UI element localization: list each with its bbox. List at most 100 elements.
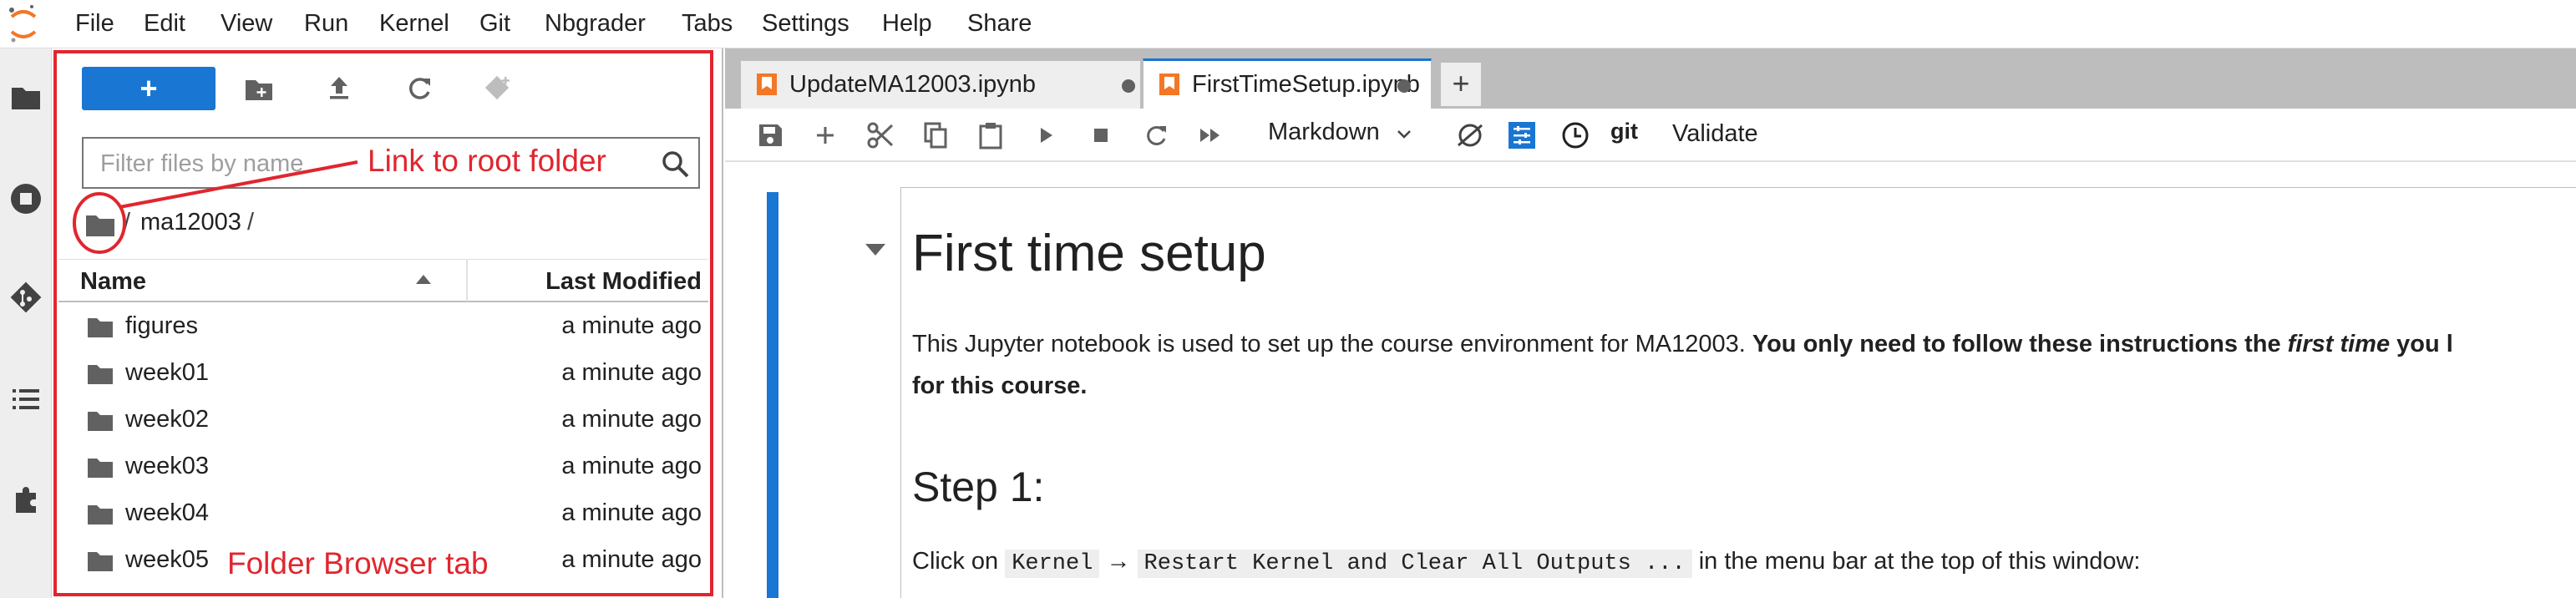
- list-item[interactable]: week02 a minute ago: [58, 399, 708, 446]
- folder-icon[interactable]: [9, 80, 43, 114]
- plus-icon: +: [139, 71, 158, 105]
- breadcrumb-separator: /: [124, 209, 131, 236]
- file-listing-header: Name Last Modified: [58, 259, 708, 302]
- column-modified-header[interactable]: Last Modified: [545, 268, 702, 296]
- cut-icon[interactable]: [865, 120, 895, 150]
- menu-bar: File Edit View Run Kernel Git Nbgrader T…: [0, 0, 2576, 48]
- file-name: week04: [125, 499, 209, 526]
- root-folder-icon[interactable]: [85, 212, 115, 237]
- git-button[interactable]: git: [1610, 119, 1638, 144]
- validate-button[interactable]: Validate: [1672, 120, 1758, 148]
- breadcrumb-dir[interactable]: ma12003: [140, 209, 241, 236]
- notebook-panel: First time setup This Jupyter notebook i…: [725, 164, 2576, 598]
- restart-icon[interactable]: [1141, 120, 1171, 150]
- notebook-heading: First time setup: [912, 225, 1266, 282]
- tab-bar: UpdateMA12003.ipynb FirstTimeSetup.ipynb…: [725, 48, 2576, 109]
- activity-bar: [0, 48, 52, 598]
- insert-cell-icon[interactable]: [810, 120, 840, 150]
- list-item[interactable]: week04 a minute ago: [58, 493, 708, 540]
- new-folder-icon[interactable]: [242, 72, 276, 105]
- file-modified: a minute ago: [561, 499, 702, 526]
- menu-help[interactable]: Help: [882, 10, 932, 38]
- step-text-end: in the menu bar at the top of this windo…: [1691, 548, 2141, 575]
- extension-icon[interactable]: [9, 483, 43, 516]
- search-icon: [662, 151, 689, 178]
- intro-bold-text-end: you l: [2390, 331, 2453, 357]
- arrow-glyph: →: [1106, 548, 1131, 575]
- new-tab-button[interactable]: +: [1440, 62, 1482, 107]
- folder-icon: [88, 365, 113, 384]
- fast-forward-icon[interactable]: [1196, 120, 1226, 150]
- jupyter-logo: [9, 5, 37, 43]
- file-name: week03: [125, 453, 209, 479]
- menu-share[interactable]: Share: [967, 10, 1032, 38]
- code-kernel: Kernel: [1005, 550, 1100, 578]
- list-item[interactable]: figures a minute ago: [58, 306, 708, 352]
- intro-text: This Jupyter notebook is used to set up …: [912, 331, 1752, 357]
- tab-first-time-setup[interactable]: FirstTimeSetup.ipynb: [1143, 58, 1432, 109]
- folder-icon: [88, 552, 113, 571]
- tab-label: FirstTimeSetup.ipynb: [1192, 71, 1420, 98]
- menu-tabs[interactable]: Tabs: [682, 10, 733, 38]
- unsaved-dot-icon[interactable]: [1397, 79, 1411, 93]
- intro-bold-text: You only need to follow these instructio…: [1752, 331, 2288, 357]
- copy-icon[interactable]: [920, 120, 951, 150]
- refresh-icon[interactable]: [403, 72, 436, 105]
- menu-kernel[interactable]: Kernel: [379, 10, 449, 38]
- menu-nbgrader[interactable]: Nbgrader: [545, 10, 646, 38]
- paste-icon[interactable]: [976, 120, 1006, 150]
- step-heading: Step 1:: [912, 464, 1045, 510]
- upload-icon[interactable]: [322, 72, 356, 105]
- property-inspector-icon[interactable]: [1507, 120, 1537, 150]
- breadcrumb-separator: /: [247, 209, 255, 236]
- menu-run[interactable]: Run: [304, 10, 348, 38]
- folder-icon: [88, 412, 113, 431]
- annotation-folder-browser: Folder Browser tab: [227, 546, 489, 580]
- column-name-header[interactable]: Name: [80, 268, 146, 296]
- sort-ascending-icon: [416, 275, 431, 284]
- chevron-down-icon[interactable]: [1395, 125, 1413, 144]
- step-instruction: Click on Kernel → Restart Kernel and Cle…: [912, 548, 2141, 578]
- kernel-status-icon: [1458, 124, 1483, 147]
- file-modified: a minute ago: [561, 312, 702, 339]
- new-launcher-button[interactable]: +: [82, 67, 216, 110]
- stop-icon[interactable]: [1086, 120, 1116, 150]
- folder-icon: [88, 318, 113, 337]
- running-icon[interactable]: [9, 182, 43, 215]
- annotation-root-link: Link to root folder: [368, 144, 606, 178]
- run-icon[interactable]: [1031, 120, 1061, 150]
- intro-paragraph: This Jupyter notebook is used to set up …: [912, 331, 2453, 358]
- tab-update-notebook[interactable]: UpdateMA12003.ipynb: [740, 60, 1141, 109]
- folder-icon: [88, 459, 113, 478]
- tab-label: UpdateMA12003.ipynb: [789, 71, 1037, 98]
- clock-icon[interactable]: [1560, 120, 1590, 150]
- file-name: week01: [125, 359, 209, 386]
- list-item[interactable]: week03 a minute ago: [58, 446, 708, 493]
- code-restart: Restart Kernel and Clear All Outputs ...: [1137, 550, 1692, 578]
- list-item[interactable]: week01 a minute ago: [58, 352, 708, 399]
- notebook-icon: [1159, 73, 1179, 95]
- column-divider[interactable]: [466, 260, 468, 302]
- file-name: week05: [125, 546, 209, 573]
- notebook-toolbar: Markdown git Validate: [725, 109, 2576, 162]
- intro-italic-text: first time: [2287, 331, 2391, 357]
- file-modified: a minute ago: [561, 406, 702, 433]
- unsaved-dot-icon[interactable]: [1122, 79, 1135, 93]
- collapse-heading-icon[interactable]: [865, 244, 885, 256]
- menu-file[interactable]: File: [75, 10, 114, 38]
- menu-view[interactable]: View: [221, 10, 272, 38]
- git-icon[interactable]: [9, 281, 43, 314]
- menu-git[interactable]: Git: [479, 10, 510, 38]
- folder-icon: [88, 505, 113, 525]
- intro-paragraph-line2: for this course.: [912, 372, 1088, 399]
- file-modified: a minute ago: [561, 359, 702, 386]
- menu-settings[interactable]: Settings: [762, 10, 849, 38]
- step-text: Click on: [912, 548, 1006, 575]
- git-clone-icon[interactable]: [481, 72, 515, 105]
- menu-edit[interactable]: Edit: [144, 10, 185, 38]
- notebook-icon: [757, 73, 777, 95]
- cell-type-select[interactable]: Markdown: [1268, 119, 1380, 146]
- active-cell-indicator[interactable]: [767, 192, 778, 598]
- table-of-contents-icon[interactable]: [9, 383, 43, 416]
- save-icon[interactable]: [755, 120, 785, 150]
